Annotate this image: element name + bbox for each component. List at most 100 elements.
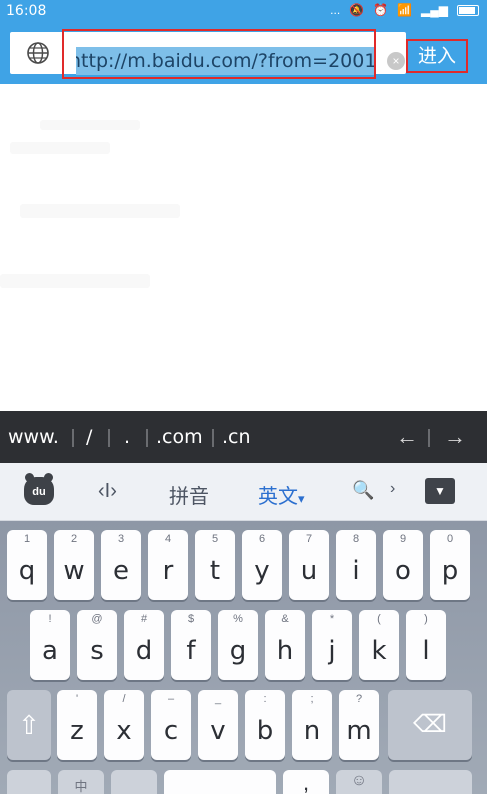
key-hint: 1 xyxy=(23,533,31,545)
key-o[interactable]: 9o xyxy=(383,530,423,600)
shift-key[interactable]: ⇧ xyxy=(7,690,51,760)
key-hint: 9 xyxy=(399,533,407,545)
cursor-left-arrow-icon[interactable]: ← xyxy=(396,424,418,450)
key-char: e xyxy=(113,556,129,586)
enter-key[interactable] xyxy=(389,770,472,794)
search-icon[interactable]: 🔍 xyxy=(352,480,374,501)
key-x[interactable]: / x xyxy=(104,690,144,760)
key-y[interactable]: 6y xyxy=(242,530,282,600)
key-hint: 6 xyxy=(258,533,266,545)
key-char: u xyxy=(300,556,318,586)
key-char: n xyxy=(303,716,321,746)
cursor-right-arrow-icon[interactable]: → xyxy=(444,424,466,450)
ghost-text-line xyxy=(20,204,180,218)
key-char: a xyxy=(42,636,58,666)
number-key[interactable] xyxy=(111,770,157,794)
key-p[interactable]: 0p xyxy=(430,530,470,600)
emoji-key[interactable]: ☺ xyxy=(336,770,382,794)
quick-dot[interactable]: . xyxy=(124,426,130,448)
status-icons: ... 🔕 ⏰ 📶 ▂▄▆ xyxy=(330,3,479,17)
page-content xyxy=(0,84,487,411)
key-b[interactable]: :b xyxy=(245,690,285,760)
key-hint: @ xyxy=(91,613,103,625)
ghost-text-line xyxy=(0,274,150,288)
baidu-ime-logo-icon[interactable]: du xyxy=(24,473,54,505)
key-hint: 4 xyxy=(164,533,172,545)
key-char: x xyxy=(116,716,132,746)
key-f[interactable]: $ f xyxy=(171,610,211,680)
key-hint: 0 xyxy=(446,533,454,545)
quick-slash[interactable]: / xyxy=(86,426,92,448)
battery-icon xyxy=(457,4,479,16)
key-char: f xyxy=(186,636,196,666)
key-hint: – xyxy=(167,693,175,705)
key-char: h xyxy=(276,636,294,666)
url-quick-bar: www. / . .com .cn ← → xyxy=(0,411,487,463)
key-c[interactable]: – c xyxy=(151,690,191,760)
key-z[interactable]: ' z xyxy=(57,690,97,760)
key-l[interactable]: ) l xyxy=(406,610,446,680)
comma-key[interactable]: , xyxy=(283,770,329,794)
key-char: z xyxy=(70,716,84,746)
key-d[interactable]: # d xyxy=(124,610,164,680)
clear-url-button[interactable]: × xyxy=(387,52,405,70)
go-button[interactable]: 进入 xyxy=(406,39,468,73)
key-hint: ) xyxy=(424,613,428,625)
key-g[interactable]: % g xyxy=(218,610,258,680)
key-char: m xyxy=(346,716,372,746)
key-u[interactable]: 7u xyxy=(289,530,329,600)
key-h[interactable]: & h xyxy=(265,610,305,680)
key-j[interactable]: * j xyxy=(312,610,352,680)
hide-keyboard-button[interactable]: ▼ xyxy=(425,478,455,504)
key-hint: ; xyxy=(310,693,314,705)
key-char: g xyxy=(229,636,247,666)
key-hint: _ xyxy=(214,693,222,705)
key-m[interactable]: ? m xyxy=(339,690,379,760)
cursor-move-icon[interactable]: ‹I› xyxy=(98,480,117,503)
backspace-key[interactable]: ⌫ xyxy=(388,690,472,760)
silent-icon: 🔕 xyxy=(349,3,365,17)
key-s[interactable]: @ s xyxy=(77,610,117,680)
key-a[interactable]: ! a xyxy=(30,610,70,680)
key-char: v xyxy=(210,716,226,746)
key-k[interactable]: (k xyxy=(359,610,399,680)
globe-icon xyxy=(27,42,49,64)
wifi-icon: 📶 xyxy=(397,3,413,17)
key-hint: ! xyxy=(48,613,52,625)
english-mode-button[interactable]: 英文▾ xyxy=(258,480,305,509)
key-n[interactable]: ; n xyxy=(292,690,332,760)
key-hint: / xyxy=(122,693,126,705)
key-e[interactable]: 3e xyxy=(101,530,141,600)
key-i[interactable]: 8i xyxy=(336,530,376,600)
key-char: c xyxy=(163,716,179,746)
space-key[interactable] xyxy=(164,770,276,794)
keyboard: 1q 2w 3e 4r 5t 6y 7u 8i 9o 0p ! a @ s # d $… xyxy=(0,521,487,794)
quick-separator xyxy=(108,429,110,447)
pinyin-mode-button[interactable]: 拼音 xyxy=(169,480,209,509)
key-hint: & xyxy=(281,613,289,625)
quick-dotcom[interactable]: .com xyxy=(156,426,203,448)
key-char: l xyxy=(422,636,430,666)
key-hint: 7 xyxy=(305,533,313,545)
key-hint: ? xyxy=(355,693,363,705)
more-chevron-icon[interactable]: › xyxy=(390,480,395,498)
language-key[interactable]: 中 xyxy=(58,770,104,794)
key-char: o xyxy=(395,556,411,586)
key-hint: ( xyxy=(377,613,381,625)
key-hint: 2 xyxy=(70,533,78,545)
key-char: p xyxy=(441,556,459,586)
key-v[interactable]: _ v xyxy=(198,690,238,760)
key-q[interactable]: 1q xyxy=(7,530,47,600)
key-hint: $ xyxy=(187,613,195,625)
key-hint: 3 xyxy=(117,533,125,545)
symbol-key[interactable] xyxy=(7,770,51,794)
english-mode-label: 英文 xyxy=(258,486,298,508)
key-r[interactable]: 4r xyxy=(148,530,188,600)
key-char: b xyxy=(256,716,274,746)
quick-dotcn[interactable]: .cn xyxy=(222,426,251,448)
quick-www[interactable]: www. xyxy=(8,426,59,448)
status-bar: 16:08 ... 🔕 ⏰ 📶 ▂▄▆ xyxy=(0,0,487,24)
key-t[interactable]: 5t xyxy=(195,530,235,600)
key-char: y xyxy=(254,556,270,586)
key-w[interactable]: 2w xyxy=(54,530,94,600)
